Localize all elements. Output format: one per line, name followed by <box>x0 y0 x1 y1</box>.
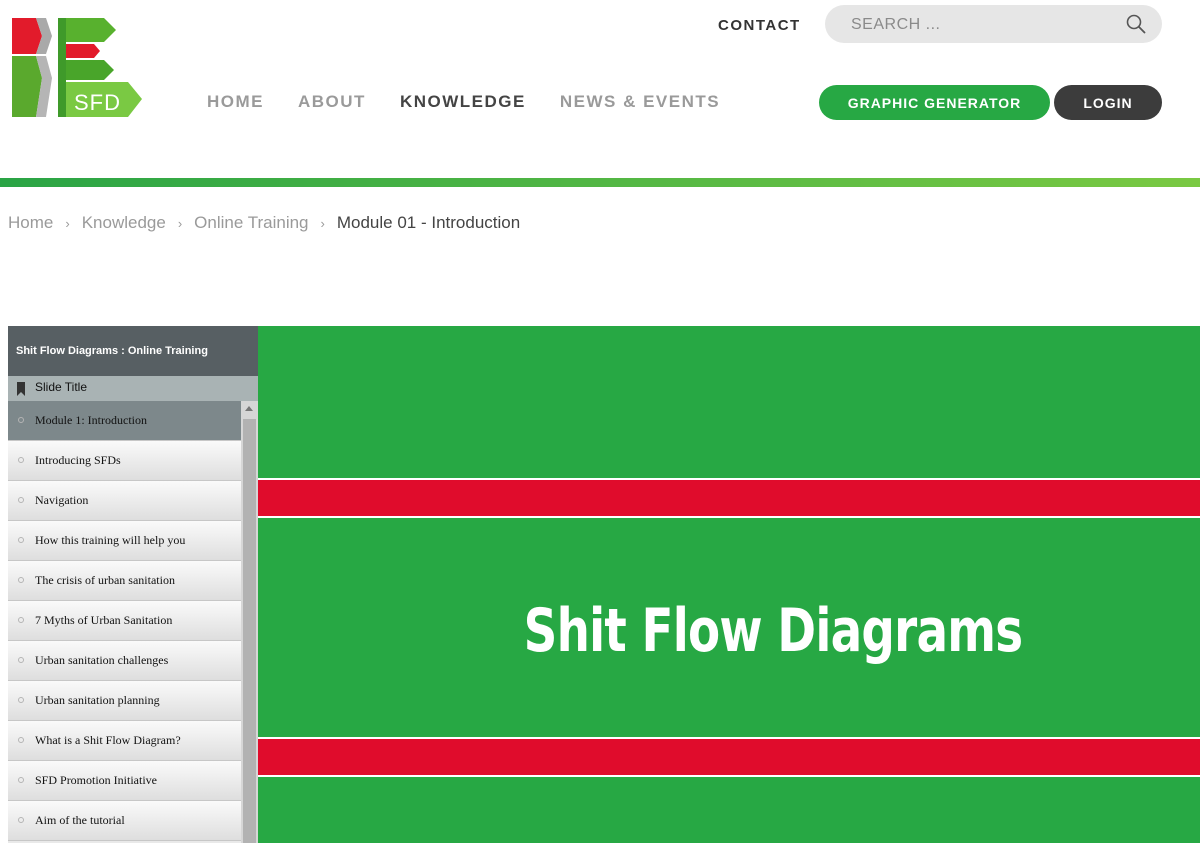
slide-list-item[interactable]: Aim of the tutorial <box>8 801 241 841</box>
slide-list-item-label: The crisis of urban sanitation <box>35 573 175 587</box>
slide-list-item[interactable]: How this training will help you <box>8 521 241 561</box>
header-divider <box>0 178 1200 187</box>
contact-link[interactable]: CONTACT <box>718 17 801 34</box>
slide-list-item[interactable]: Urban sanitation planning <box>8 681 241 721</box>
slide-list-item[interactable]: Introducing SFDs <box>8 441 241 481</box>
breadcrumb-current: Module 01 - Introduction <box>336 213 521 232</box>
slide-list: Module 1: Introduction Introducing SFDs Na… <box>8 401 241 841</box>
main-nav: HOME ABOUT KNOWLEDGE NEWS & EVENTS <box>207 92 720 112</box>
slide-list-item[interactable]: SFD Promotion Initiative <box>8 761 241 801</box>
slide-title: Shit Flow Diagrams <box>523 596 1023 666</box>
slide-list-item[interactable]: The crisis of urban sanitation <box>8 561 241 601</box>
nav-about[interactable]: ABOUT <box>298 92 366 112</box>
slide-title-header-label: Slide Title <box>35 380 88 394</box>
search-input[interactable] <box>849 5 1123 45</box>
slide-canvas: Shit Flow Diagrams <box>258 326 1200 843</box>
slide-list-item[interactable]: Urban sanitation challenges <box>8 641 241 681</box>
breadcrumb-separator: › <box>177 215 183 231</box>
slide-list-item-label: Aim of the tutorial <box>35 813 125 827</box>
circle-bullet-icon <box>18 737 24 743</box>
nav-knowledge[interactable]: KNOWLEDGE <box>400 92 526 112</box>
breadcrumb-home[interactable]: Home <box>8 213 53 233</box>
circle-bullet-icon <box>18 577 24 583</box>
circle-bullet-icon <box>18 777 24 783</box>
login-button[interactable]: LOGIN <box>1054 85 1162 120</box>
sfd-logo[interactable]: SFD <box>12 18 142 118</box>
graphic-generator-button[interactable]: GRAPHIC GENERATOR <box>819 85 1050 120</box>
slide-list-item-label: How this training will help you <box>35 533 186 547</box>
circle-bullet-icon <box>18 657 24 663</box>
circle-bullet-icon <box>18 457 24 463</box>
breadcrumb-knowledge[interactable]: Knowledge <box>82 213 166 233</box>
circle-bullet-icon <box>18 697 24 703</box>
breadcrumb: Home › Knowledge › Online Training › Mod… <box>8 213 520 233</box>
slide-list-item-label: Navigation <box>35 493 89 507</box>
red-stripe-top <box>258 478 1200 518</box>
circle-bullet-icon <box>18 617 24 623</box>
circle-bullet-icon <box>18 817 24 823</box>
slide-title-header: Slide Title <box>8 376 258 401</box>
logo-text: SFD <box>74 90 121 115</box>
slide-outline-panel: Shit Flow Diagrams : Online Training Sli… <box>8 326 258 843</box>
slide-list-item-label: Introducing SFDs <box>35 453 121 467</box>
nav-news-events[interactable]: NEWS & EVENTS <box>560 92 720 112</box>
search-icon[interactable] <box>1126 14 1146 34</box>
slide-list-item-label: 7 Myths of Urban Sanitation <box>35 613 173 627</box>
slide-list-item-label: Module 1: Introduction <box>35 413 147 427</box>
slide-list-item[interactable]: Module 1: Introduction <box>8 401 241 441</box>
slide-list-scrollbar[interactable] <box>241 401 258 843</box>
circle-bullet-icon <box>18 497 24 503</box>
circle-bullet-icon <box>18 417 24 423</box>
breadcrumb-separator: › <box>65 215 70 231</box>
slide-list-item[interactable]: 7 Myths of Urban Sanitation <box>8 601 241 641</box>
breadcrumb-separator: › <box>320 215 325 231</box>
scroll-up-arrow-icon[interactable] <box>245 406 253 411</box>
circle-bullet-icon <box>18 537 24 543</box>
scrollbar-thumb[interactable] <box>243 419 256 843</box>
player-title: Shit Flow Diagrams : Online Training <box>8 326 258 376</box>
nav-home[interactable]: HOME <box>207 92 264 112</box>
breadcrumb-online-training[interactable]: Online Training <box>194 213 308 233</box>
red-stripe-bottom <box>258 737 1200 777</box>
bookmark-icon <box>17 382 25 396</box>
slide-list-item-label: Urban sanitation challenges <box>35 653 169 667</box>
slide-list-item-label: What is a Shit Flow Diagram? <box>35 733 181 747</box>
slide-list-item[interactable]: Navigation <box>8 481 241 521</box>
slide-list-item[interactable]: What is a Shit Flow Diagram? <box>8 721 241 761</box>
slide-list-item-label: SFD Promotion Initiative <box>35 773 158 787</box>
search-box <box>825 5 1162 45</box>
slide-list-item-label: Urban sanitation planning <box>35 693 160 707</box>
